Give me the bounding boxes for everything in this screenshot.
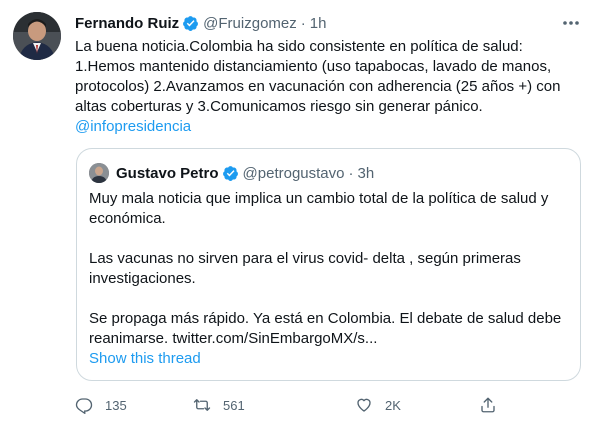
quoted-tweet-timestamp[interactable]: 3h bbox=[357, 165, 374, 182]
reply-count: 135 bbox=[105, 397, 127, 413]
tweet[interactable]: Fernando Ruiz @Fruizgomez · 1h La buena … bbox=[0, 0, 599, 427]
heart-icon bbox=[357, 398, 371, 412]
tweet-text-line: protocolos) 2.Avanzamos en vacunación co… bbox=[75, 78, 561, 95]
retweet-count: 561 bbox=[223, 397, 245, 413]
verified-badge-icon bbox=[222, 165, 238, 181]
author-handle[interactable]: @Fruizgomez bbox=[203, 15, 297, 32]
reply-icon bbox=[75, 398, 93, 414]
separator-dot: · bbox=[348, 164, 354, 182]
share-icon bbox=[481, 397, 495, 413]
retweet-button[interactable]: 561 bbox=[193, 395, 245, 415]
quoted-author-avatar[interactable] bbox=[89, 163, 109, 183]
share-button[interactable] bbox=[479, 395, 497, 415]
author-avatar[interactable] bbox=[13, 12, 61, 60]
quoted-tweet[interactable]: Gustavo Petro @petrogustavo · 3h Muy mal… bbox=[76, 148, 581, 381]
like-button[interactable]: 2K bbox=[355, 395, 401, 415]
verified-badge-icon bbox=[183, 15, 199, 31]
tweet-header: Fernando Ruiz @Fruizgomez · 1h bbox=[75, 13, 326, 33]
quoted-author-name[interactable]: Gustavo Petro bbox=[116, 165, 219, 182]
quoted-tweet-header: Gustavo Petro @petrogustavo · 3h bbox=[116, 163, 374, 183]
show-thread-link[interactable]: Show this thread bbox=[89, 349, 201, 369]
author-name[interactable]: Fernando Ruiz bbox=[75, 15, 179, 32]
reply-button[interactable]: 135 bbox=[75, 395, 127, 415]
quoted-paragraph: Las vacunas no sirven para el virus covi… bbox=[89, 250, 521, 287]
tweet-actions: 135 561 2K bbox=[75, 395, 555, 415]
more-options-icon[interactable] bbox=[560, 14, 582, 32]
like-count: 2K bbox=[385, 397, 401, 413]
quoted-tweet-text: Muy mala noticia que implica un cambio t… bbox=[89, 189, 574, 349]
tweet-text-line: altas coberturas y 3.Comunicamos riesgo … bbox=[75, 98, 483, 115]
separator-dot: · bbox=[300, 14, 306, 32]
quoted-paragraph: Se propaga más rápido. Ya está en Colomb… bbox=[89, 310, 562, 347]
quoted-author-handle[interactable]: @petrogustavo bbox=[243, 165, 345, 182]
tweet-text: La buena noticia.Colombia ha sido consis… bbox=[75, 37, 585, 137]
quoted-paragraph: Muy mala noticia que implica un cambio t… bbox=[89, 190, 549, 227]
retweet-icon bbox=[193, 399, 211, 411]
mention-link[interactable]: @infopresidencia bbox=[75, 118, 191, 135]
tweet-timestamp[interactable]: 1h bbox=[310, 15, 327, 32]
tweet-text-line: La buena noticia.Colombia ha sido consis… bbox=[75, 38, 523, 55]
tweet-text-line: 1.Hemos mantenido distanciamiento (uso t… bbox=[75, 58, 552, 75]
